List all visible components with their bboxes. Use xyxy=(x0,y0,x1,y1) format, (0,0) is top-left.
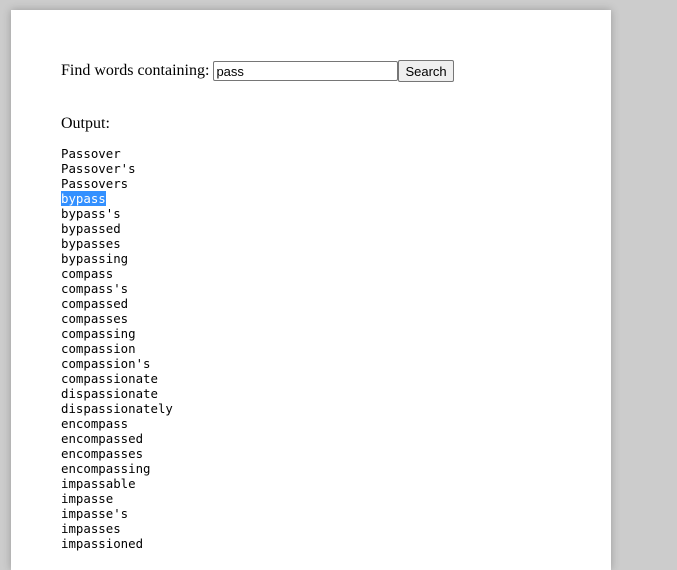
page-card: Find words containing: Search Output: Pa… xyxy=(11,10,611,570)
output-word-item: impasses xyxy=(61,521,173,536)
output-word-item: compassed xyxy=(61,296,173,311)
output-word: impassioned xyxy=(61,536,144,551)
search-label: Find words containing: xyxy=(61,62,210,79)
output-word-item: impasse xyxy=(61,491,173,506)
output-word: compassion xyxy=(61,341,136,356)
output-word: compasses xyxy=(61,311,129,326)
output-word: Passovers xyxy=(61,176,129,191)
output-word: bypassed xyxy=(61,221,121,236)
output-word-item: encompass xyxy=(61,416,173,431)
output-word: bypassing xyxy=(61,251,129,266)
output-word: Passover xyxy=(61,146,121,161)
search-input[interactable] xyxy=(213,61,399,81)
output-word: compassionate xyxy=(61,371,158,386)
output-word-item: bypassing xyxy=(61,251,173,266)
output-word: encompassing xyxy=(61,461,151,476)
output-word: encompassed xyxy=(61,431,144,446)
output-word: bypasses xyxy=(61,236,121,251)
output-word: compassion's xyxy=(61,356,151,371)
output-word: compass xyxy=(61,266,114,281)
output-word: encompass xyxy=(61,416,129,431)
output-word-item: dispassionate xyxy=(61,386,173,401)
output-word: impasse xyxy=(61,491,114,506)
search-button[interactable]: Search xyxy=(398,60,454,82)
output-word-item: encompassed xyxy=(61,431,173,446)
output-word-item: bypass xyxy=(61,191,173,206)
output-word-item: encompasses xyxy=(61,446,173,461)
output-word-item: dispassionately xyxy=(61,401,173,416)
output-word-item: bypassed xyxy=(61,221,173,236)
output-word-item: impasse's xyxy=(61,506,173,521)
output-word-item: encompassing xyxy=(61,461,173,476)
output-word-item: compass's xyxy=(61,281,173,296)
output-word-item: impassioned xyxy=(61,536,173,551)
output-word: bypass's xyxy=(61,206,121,221)
output-word: compassing xyxy=(61,326,136,341)
output-word: dispassionate xyxy=(61,386,158,401)
output-word-item: compassion's xyxy=(61,356,173,371)
output-word-item: compass xyxy=(61,266,173,281)
output-word-item: compassionate xyxy=(61,371,173,386)
output-word-item: compassing xyxy=(61,326,173,341)
output-word: compass's xyxy=(61,281,129,296)
output-label: Output: xyxy=(61,115,110,132)
output-word: encompasses xyxy=(61,446,144,461)
output-word-item: Passovers xyxy=(61,176,173,191)
output-word-item: compassion xyxy=(61,341,173,356)
output-word-item: bypasses xyxy=(61,236,173,251)
output-word: impassable xyxy=(61,476,136,491)
output-word-item: bypass's xyxy=(61,206,173,221)
output-list: Passover Passover's Passovers bypass bypass'… xyxy=(61,146,173,551)
output-word-item: impassable xyxy=(61,476,173,491)
search-form: Find words containing: Search xyxy=(61,60,454,82)
output-word: compassed xyxy=(61,296,129,311)
output-word-selected: bypass xyxy=(61,191,106,206)
output-word: dispassionately xyxy=(61,401,173,416)
output-word: Passover's xyxy=(61,161,136,176)
output-word: impasse's xyxy=(61,506,129,521)
output-word-item: Passover xyxy=(61,146,173,161)
output-word: impasses xyxy=(61,521,121,536)
output-word-item: compasses xyxy=(61,311,173,326)
output-word-item: Passover's xyxy=(61,161,173,176)
